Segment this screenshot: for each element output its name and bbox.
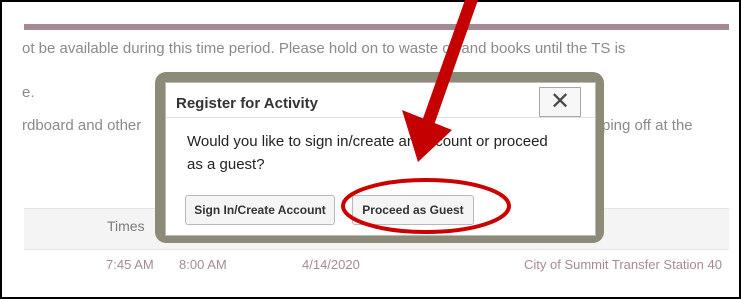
row-end-time: 8:00 AM (179, 257, 227, 272)
close-icon: ✕ (549, 88, 571, 115)
times-column-header: Times (107, 218, 145, 234)
row-location-link[interactable]: City of Summit Transfer Station 40 (524, 257, 722, 272)
row-date: 4/14/2020 (302, 257, 360, 272)
dialog-title: Register for Activity (176, 95, 318, 112)
close-button[interactable]: ✕ (539, 87, 581, 117)
notice-text-line-3-right: ping off at the (602, 117, 693, 134)
dialog-titlebar: Register for Activity ✕ (166, 83, 595, 118)
notice-text-line-2: e. (22, 84, 35, 101)
header-accent-bar (24, 24, 729, 30)
notice-text-line-3: rdboard and other (22, 117, 142, 134)
proceed-as-guest-button[interactable]: Proceed as Guest (352, 195, 474, 225)
dialog-message: Would you like to sign in/create an acco… (187, 133, 548, 173)
row-start-time: 7:45 AM (106, 257, 154, 272)
sign-in-create-account-button[interactable]: Sign In/Create Account (185, 195, 335, 225)
notice-text-line-1: ot be available during this time period.… (22, 40, 626, 57)
register-activity-dialog: Register for Activity ✕ Would you like t… (165, 82, 596, 236)
